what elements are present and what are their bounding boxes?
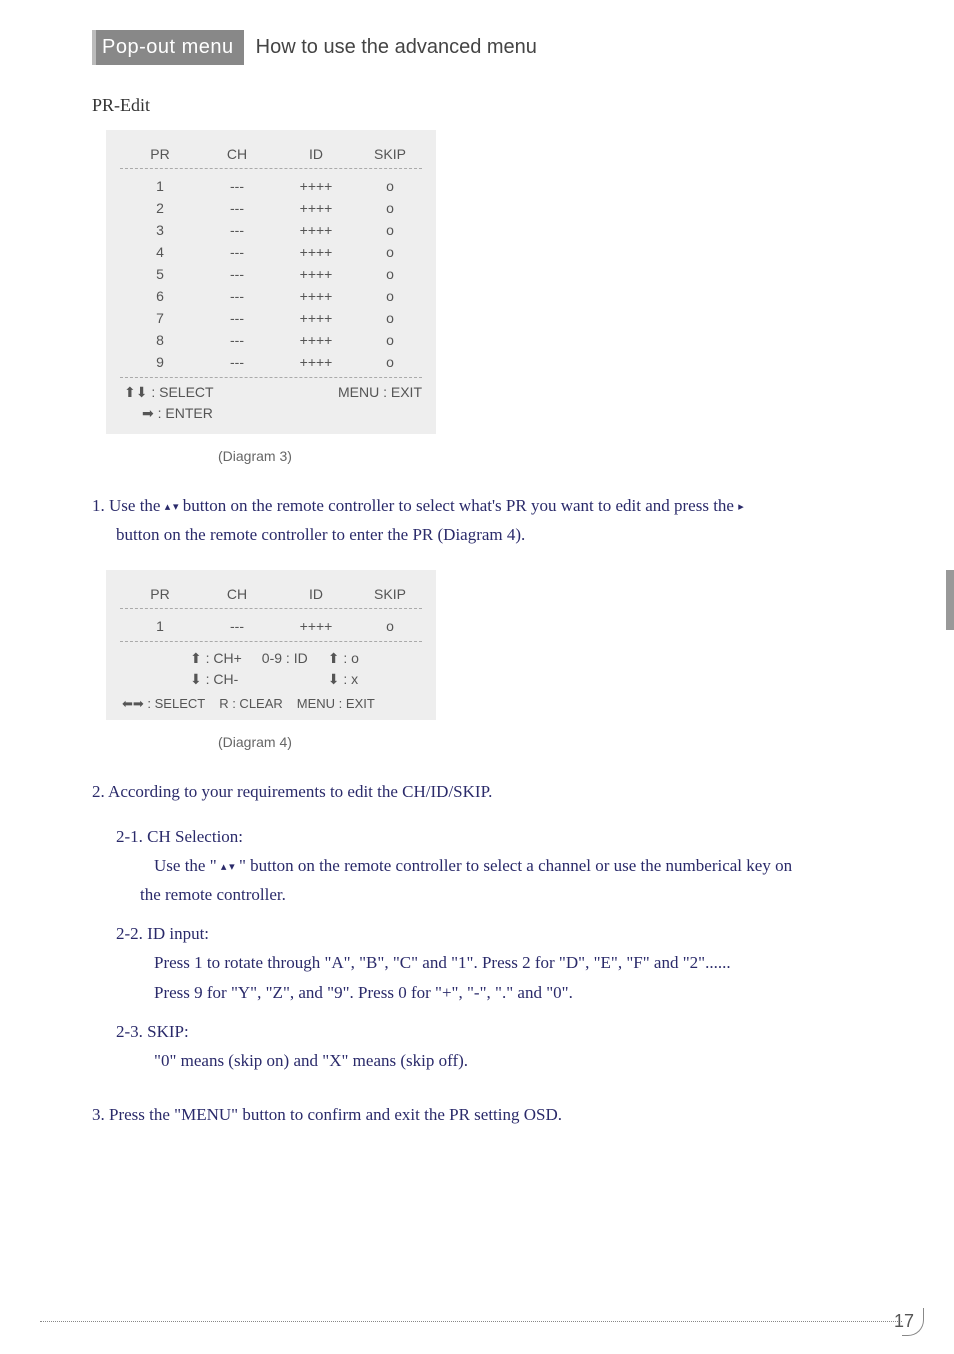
d3-cell-pr: 8	[120, 332, 200, 348]
d3-cell-skip: o	[358, 310, 422, 326]
d3-cell-id: ++++	[274, 266, 358, 282]
d4-id: ++++	[274, 618, 358, 634]
d3-cell-id: ++++	[274, 200, 358, 216]
table-row: 7---++++o	[120, 307, 422, 329]
d3-cell-pr: 4	[120, 244, 200, 260]
d3-cell-skip: o	[358, 200, 422, 216]
s22-body1: Press 1 to rotate through "A", "B", "C" …	[154, 953, 731, 972]
s22-body: Press 1 to rotate through "A", "B", "C" …	[116, 948, 882, 1008]
d3-cell-ch: ---	[200, 244, 274, 260]
d3-cell-ch: ---	[200, 332, 274, 348]
s23-body: "0" means (skip on) and "X" means (skip …	[116, 1046, 882, 1076]
s21-b: " button on the remote controller to sel…	[235, 856, 792, 875]
step3-text: 3. Press the "MENU" button to confirm an…	[92, 1101, 882, 1130]
table-row: 8---++++o	[120, 329, 422, 351]
d3-cell-ch: ---	[200, 200, 274, 216]
diagram4-box: PR CH ID SKIP 1 --- ++++ o ⬆ : CH+ ⬇ : C…	[106, 570, 436, 720]
d3-cell-ch: ---	[200, 354, 274, 370]
d3-cell-id: ++++	[274, 354, 358, 370]
d4-select-hint: ⬅➡ : SELECT	[122, 696, 205, 712]
d3-col-ch: CH	[200, 146, 274, 162]
d4-col-pr: PR	[120, 586, 200, 602]
table-row: 2---++++o	[120, 197, 422, 219]
d3-select-hint: ⬆⬇ : SELECT	[120, 384, 214, 401]
header-bar: Pop-out menu How to use the advanced men…	[92, 30, 882, 65]
d3-cell-skip: o	[358, 244, 422, 260]
d3-cell-skip: o	[358, 178, 422, 194]
header-dark: Pop-out menu	[92, 30, 244, 65]
page-number: 17	[894, 1311, 914, 1332]
table-row: 5---++++o	[120, 263, 422, 285]
d3-cell-pr: 7	[120, 310, 200, 326]
d3-cell-pr: 3	[120, 222, 200, 238]
step2-text: 2. According to your requirements to edi…	[92, 778, 882, 807]
step1-b: button on the remote controller to selec…	[179, 496, 739, 515]
right-icon: ▸	[738, 501, 744, 513]
table-row: 9---++++o	[120, 351, 422, 373]
s23-head: 2-3. SKIP:	[116, 1022, 882, 1042]
d3-cell-ch: ---	[200, 266, 274, 282]
d3-cell-pr: 6	[120, 288, 200, 304]
hint-ch-up: ⬆ : CH+	[190, 650, 242, 667]
s22-head: 2-2. ID input:	[116, 924, 882, 944]
step1-line2: button on the remote controller to enter…	[92, 521, 525, 550]
up-down-icon: ▴ ▾	[165, 501, 179, 513]
d3-cell-ch: ---	[200, 222, 274, 238]
d3-cell-pr: 1	[120, 178, 200, 194]
d3-cell-skip: o	[358, 266, 422, 282]
d3-cell-ch: ---	[200, 178, 274, 194]
d3-cell-id: ++++	[274, 222, 358, 238]
table-row: 1---++++o	[120, 175, 422, 197]
s22-body2: Press 9 for "Y", "Z", and "9". Press 0 f…	[154, 983, 573, 1002]
s21-head: 2-1. CH Selection:	[116, 827, 882, 847]
d3-cell-ch: ---	[200, 288, 274, 304]
d3-cell-pr: 2	[120, 200, 200, 216]
step1-text: 1. Use the ▴ ▾ button on the remote cont…	[92, 492, 882, 550]
d4-skip: o	[358, 618, 422, 634]
diagram3-box: PR CH ID SKIP 1---++++o2---++++o3---++++…	[106, 130, 436, 434]
s21-body: Use the " ▴ ▾ " button on the remote con…	[116, 851, 882, 911]
d4-ch: ---	[200, 618, 274, 634]
d4-menu-hint: MENU : EXIT	[297, 696, 375, 712]
diagram4-caption: (Diagram 4)	[218, 734, 882, 750]
s21-a: Use the "	[154, 856, 221, 875]
table-row: 3---++++o	[120, 219, 422, 241]
table-row: 6---++++o	[120, 285, 422, 307]
d3-enter-hint: ➡ : ENTER	[120, 401, 422, 422]
d3-cell-id: ++++	[274, 244, 358, 260]
hint-skip-o: ⬆ : o	[328, 650, 359, 667]
d3-col-id: ID	[274, 146, 358, 162]
d3-cell-id: ++++	[274, 310, 358, 326]
d3-cell-id: ++++	[274, 178, 358, 194]
step1-a: 1. Use the	[92, 496, 165, 515]
d3-cell-ch: ---	[200, 310, 274, 326]
page-tab	[946, 570, 954, 630]
header-light: How to use the advanced menu	[244, 30, 549, 65]
d4-col-skip: SKIP	[358, 586, 422, 602]
table-row: 4---++++o	[120, 241, 422, 263]
hint-id: 0-9 : ID	[262, 650, 308, 666]
d4-clear-hint: R : CLEAR	[219, 696, 283, 712]
d3-cell-skip: o	[358, 288, 422, 304]
d3-cell-pr: 5	[120, 266, 200, 282]
d3-cell-id: ++++	[274, 288, 358, 304]
up-down-icon: ▴ ▾	[221, 861, 235, 873]
d3-col-skip: SKIP	[358, 146, 422, 162]
d4-col-ch: CH	[200, 586, 274, 602]
d3-menu-hint: MENU : EXIT	[338, 384, 422, 401]
s21-body2: the remote controller.	[140, 885, 286, 904]
d3-cell-skip: o	[358, 354, 422, 370]
hint-skip-x: ⬇ : x	[328, 671, 359, 688]
d3-cell-skip: o	[358, 332, 422, 348]
d3-cell-pr: 9	[120, 354, 200, 370]
footer-dotline	[40, 1321, 902, 1322]
section-title: PR-Edit	[92, 95, 882, 116]
d4-col-id: ID	[274, 586, 358, 602]
hint-ch-down: ⬇ : CH-	[190, 671, 242, 688]
d3-cell-id: ++++	[274, 332, 358, 348]
d3-cell-skip: o	[358, 222, 422, 238]
d4-pr: 1	[120, 618, 200, 634]
d3-col-pr: PR	[120, 146, 200, 162]
diagram3-caption: (Diagram 3)	[218, 448, 882, 464]
